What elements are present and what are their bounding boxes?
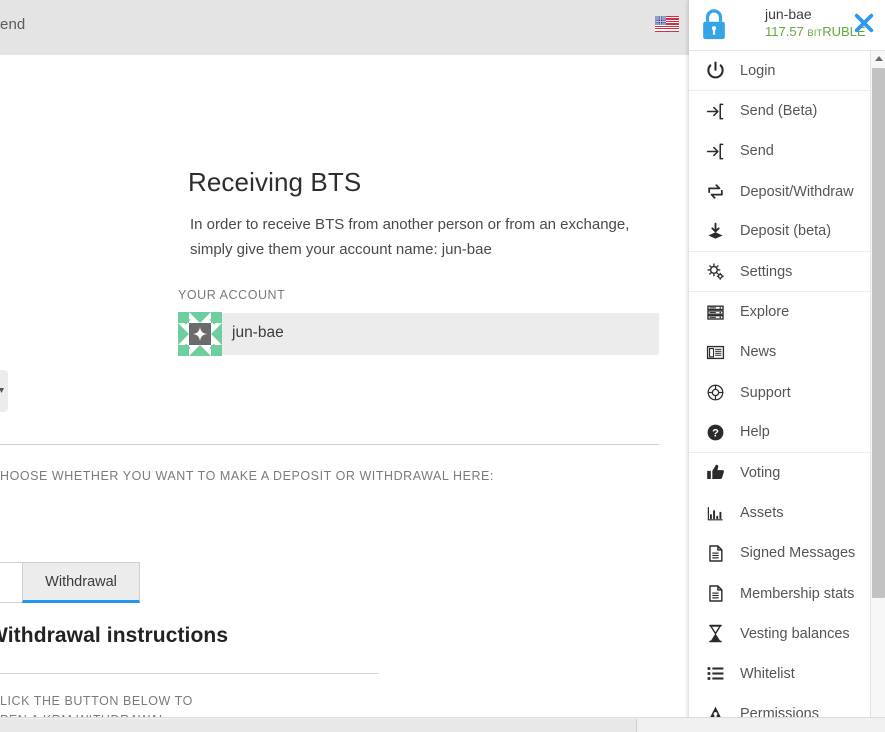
send-arrow-icon — [702, 139, 728, 163]
page-description: In order to receive BTS from another per… — [190, 216, 630, 258]
horizontal-scrollbar-thumb[interactable] — [0, 719, 637, 732]
svg-text:?: ? — [712, 427, 719, 439]
document-icon — [702, 582, 728, 606]
deposit-withdrawal-tabs: Deposit Withdrawal — [0, 562, 140, 603]
account-row: jun-bae — [178, 312, 659, 356]
menu-item-label: Send (Beta) — [740, 103, 818, 120]
top-header-bar: end — [0, 0, 689, 55]
lifebuoy-icon — [702, 381, 728, 405]
topbar-send-link[interactable]: end — [0, 16, 25, 33]
panel-header: jun-bae 117.57 BITRUBLE — [689, 0, 885, 51]
gear-icon — [702, 260, 728, 284]
menu-item-label: Vesting balances — [740, 625, 850, 642]
your-account-label: YOUR ACCOUNT — [178, 288, 286, 302]
menu-item-help[interactable]: ? Help — [689, 412, 885, 453]
menu-item-label: Whitelist — [740, 665, 795, 682]
menu-item-assets[interactable]: Assets — [689, 493, 885, 534]
download-icon — [702, 219, 728, 243]
menu-item-deposit-withdraw[interactable]: Deposit/Withdraw — [689, 171, 885, 212]
balance-amount: 117.57 — [765, 24, 804, 39]
main-content: Receiving BTS In order to receive BTS fr… — [0, 55, 689, 732]
account-name: jun-bae — [232, 324, 284, 341]
content-divider — [0, 444, 659, 445]
menu-item-send[interactable]: Send — [689, 131, 885, 172]
menu-item-signed-messages[interactable]: Signed Messages — [689, 533, 885, 574]
menu-item-settings[interactable]: Settings — [689, 251, 885, 293]
menu-item-deposit-beta[interactable]: Deposit (beta) — [689, 211, 885, 252]
menu-item-label: Explore — [740, 304, 790, 321]
horizontal-scrollbar[interactable] — [0, 717, 885, 732]
menu-item-label: Send — [740, 143, 774, 160]
exchange-icon — [702, 180, 728, 204]
star-icon — [193, 327, 207, 341]
menu-item-label: Assets — [740, 505, 784, 522]
choose-deposit-withdrawal-label: HOOSE WHETHER YOU WANT TO MAKE A DEPOSIT… — [0, 469, 494, 483]
menu-item-vesting-balances[interactable]: Vesting balances — [689, 613, 885, 654]
clipped-select-field[interactable] — [0, 370, 8, 412]
document-icon — [702, 541, 728, 565]
thumbs-up-icon — [702, 461, 728, 485]
tab-deposit[interactable]: Deposit — [0, 562, 23, 603]
menu-item-label: News — [740, 344, 777, 361]
list-icon — [702, 662, 728, 686]
scrollbar-thumb[interactable] — [872, 68, 885, 598]
menu-item-send-beta[interactable]: Send (Beta) — [689, 91, 885, 132]
menu-item-news[interactable]: News — [689, 332, 885, 373]
menu-item-label: Deposit (beta) — [740, 223, 832, 240]
close-icon[interactable] — [853, 12, 875, 34]
tab-withdrawal[interactable]: Withdrawal — [22, 562, 140, 603]
menu-item-label: Membership stats — [740, 585, 855, 602]
send-arrow-icon — [702, 99, 728, 123]
server-icon — [702, 300, 728, 324]
menu-item-label: Deposit/Withdraw — [740, 183, 854, 200]
lock-icon[interactable] — [701, 8, 727, 42]
instructions-divider — [0, 673, 379, 674]
menu-item-label: Settings — [740, 263, 793, 280]
menu-item-label: Login — [740, 62, 776, 79]
panel-account-name: jun-bae — [765, 6, 812, 22]
app-root: end Receiving BTS In order to receive BT… — [0, 0, 885, 732]
question-icon: ? — [702, 420, 728, 444]
hourglass-icon — [702, 622, 728, 646]
bar-chart-icon — [702, 501, 728, 525]
withdrawal-instructions-title: Withdrawal instructions — [0, 624, 229, 647]
power-icon — [702, 59, 728, 83]
newspaper-icon — [702, 340, 728, 364]
menu-item-whitelist[interactable]: Whitelist — [689, 653, 885, 694]
panel-account-balance: 117.57 BITRUBLE — [765, 23, 866, 42]
panel-menu-list: Login Send (Beta) Send Deposit/Withdraw Depo… — [689, 51, 885, 732]
menu-item-membership-stats[interactable]: Membership stats — [689, 573, 885, 614]
menu-item-support[interactable]: Support — [689, 372, 885, 413]
avatar — [178, 312, 222, 356]
menu-item-label: Voting — [740, 464, 781, 481]
menu-item-label: Help — [740, 424, 770, 441]
account-dropdown-panel: jun-bae 117.57 BITRUBLE Login Send (Beta)… — [689, 0, 885, 732]
scroll-up-arrow[interactable] — [871, 51, 885, 66]
menu-item-voting[interactable]: Voting — [689, 452, 885, 494]
panel-account-block: jun-bae 117.57 BITRUBLE — [765, 6, 866, 42]
panel-scrollbar[interactable] — [870, 51, 885, 732]
menu-item-label: Support — [740, 384, 791, 401]
menu-item-login[interactable]: Login — [689, 51, 885, 92]
menu-item-explore[interactable]: Explore — [689, 292, 885, 333]
menu-item-label: Signed Messages — [740, 545, 856, 562]
page-title: Receiving BTS — [188, 167, 362, 197]
balance-unit-prefix: BIT — [807, 28, 823, 39]
us-flag-icon[interactable] — [655, 16, 679, 32]
